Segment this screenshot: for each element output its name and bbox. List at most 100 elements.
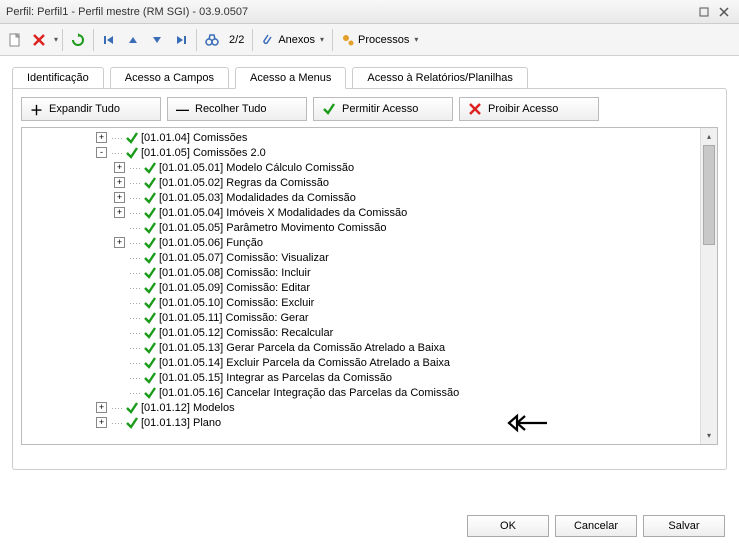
permit-access-label: Permitir Acesso: [342, 103, 418, 115]
expand-icon[interactable]: +: [114, 207, 125, 218]
scroll-up-icon[interactable]: ▴: [701, 128, 717, 145]
tab-label: Acesso à Relatórios/Planilhas: [367, 72, 513, 84]
last-button[interactable]: [170, 29, 192, 51]
permission-check-icon: [143, 206, 157, 220]
tree-item-label: [01.01.05.10] Comissão: Excluir: [159, 297, 314, 309]
tree-item[interactable]: + ···· [01.01.12] Modelos: [22, 400, 699, 415]
permission-check-icon: [143, 386, 157, 400]
tab-acesso-campos[interactable]: Acesso a Campos: [110, 67, 229, 89]
tree-item-label: [01.01.04] Comissões: [141, 132, 247, 144]
tab-label: Identificação: [27, 72, 89, 84]
menu-tree: +····[01.01.04] Comissões-····[01.01.05]…: [21, 127, 718, 445]
tab-identificacao[interactable]: Identificação: [12, 67, 104, 89]
expand-icon[interactable]: +: [114, 177, 125, 188]
tree-connector: ····: [111, 418, 123, 428]
tree-item[interactable]: -····[01.01.05] Comissões 2.0: [22, 145, 699, 160]
tree-item[interactable]: ····[01.01.05.13] Gerar Parcela da Comis…: [22, 340, 699, 355]
anexos-button[interactable]: Anexos ▾: [257, 29, 328, 51]
permission-check-icon: [125, 416, 139, 430]
tree-item[interactable]: +····[01.01.04] Comissões: [22, 130, 699, 145]
tree-leaf-spacer: [114, 312, 125, 323]
processos-button[interactable]: Processos ▾: [337, 29, 422, 51]
tree-item-label: [01.01.12] Modelos: [141, 402, 235, 414]
refresh-icon: [71, 33, 85, 47]
expand-icon[interactable]: +: [114, 162, 125, 173]
expand-icon[interactable]: +: [96, 402, 107, 413]
tab-acesso-relatorios[interactable]: Acesso à Relatórios/Planilhas: [352, 67, 528, 89]
tree-item[interactable]: +····[01.01.05.06] Função: [22, 235, 699, 250]
save-button[interactable]: Salvar: [643, 515, 725, 537]
deny-access-button[interactable]: Proibir Acesso: [459, 97, 599, 121]
tree-item[interactable]: ····[01.01.05.07] Comissão: Visualizar: [22, 250, 699, 265]
chevron-down-icon: ▾: [320, 35, 324, 44]
tree-connector: ····: [129, 193, 141, 203]
tree-item[interactable]: ····[01.01.05.15] Integrar as Parcelas d…: [22, 370, 699, 385]
tab-bar: Identificação Acesso a Campos Acesso a M…: [12, 66, 727, 88]
tree-connector: ····: [129, 343, 141, 353]
tree-item[interactable]: +····[01.01.05.03] Modalidades da Comiss…: [22, 190, 699, 205]
check-icon: [143, 176, 157, 190]
tree-item[interactable]: ····[01.01.05.08] Comissão: Incluir: [22, 265, 699, 280]
cancel-button[interactable]: Cancelar: [555, 515, 637, 537]
tree-connector: ····: [129, 208, 141, 218]
cancel-label: Cancelar: [574, 520, 618, 532]
check-icon: [143, 341, 157, 355]
scroll-thumb[interactable]: [703, 145, 715, 245]
delete-dropdown[interactable]: ▾: [54, 35, 58, 44]
tree-leaf-spacer: [114, 267, 125, 278]
gears-icon: [341, 33, 355, 47]
close-button[interactable]: [715, 5, 733, 19]
prev-button[interactable]: [122, 29, 144, 51]
check-icon: [125, 416, 139, 430]
permission-check-icon: [125, 146, 139, 160]
tree-item[interactable]: ····[01.01.05.10] Comissão: Excluir: [22, 295, 699, 310]
tree-item[interactable]: ···· [01.01.05.16] Cancelar Integração da…: [22, 385, 699, 400]
ok-button[interactable]: OK: [467, 515, 549, 537]
permission-check-icon: [143, 281, 157, 295]
tree-item-label: [01.01.05.15] Integrar as Parcelas da Co…: [159, 372, 392, 384]
next-button[interactable]: [146, 29, 168, 51]
tree-item[interactable]: ····[01.01.05.12] Comissão: Recalcular: [22, 325, 699, 340]
tree-connector: ····: [129, 163, 141, 173]
tree-connector: ····: [111, 403, 123, 413]
expand-icon[interactable]: +: [114, 237, 125, 248]
tree-leaf-spacer: [114, 297, 125, 308]
tree-item[interactable]: ····[01.01.05.09] Comissão: Editar: [22, 280, 699, 295]
minimize-button[interactable]: [695, 5, 713, 19]
tab-acesso-menus[interactable]: Acesso a Menus: [235, 67, 346, 89]
tree-scrollbar[interactable]: ▴ ▾: [700, 128, 717, 444]
expand-icon[interactable]: +: [96, 417, 107, 428]
expand-all-button[interactable]: ＋ Expandir Tudo: [21, 97, 161, 121]
scroll-down-icon[interactable]: ▾: [701, 427, 717, 444]
tree-connector: ····: [129, 358, 141, 368]
page-counter: 2/2: [229, 34, 244, 46]
tree-item[interactable]: +····[01.01.13] Plano: [22, 415, 699, 430]
expand-icon[interactable]: +: [114, 192, 125, 203]
check-icon: [143, 206, 157, 220]
deny-x-icon: [468, 102, 482, 116]
collapse-all-button[interactable]: — Recolher Tudo: [167, 97, 307, 121]
delete-button[interactable]: [28, 29, 50, 51]
tree-item[interactable]: ····[01.01.05.05] Parâmetro Movimento Co…: [22, 220, 699, 235]
expand-icon[interactable]: +: [96, 132, 107, 143]
refresh-button[interactable]: [67, 29, 89, 51]
tree-item[interactable]: ····[01.01.05.11] Comissão: Gerar: [22, 310, 699, 325]
tree-item-label: [01.01.05.16] Cancelar Integração das Pa…: [159, 387, 459, 399]
tree-item[interactable]: +····[01.01.05.02] Regras da Comissão: [22, 175, 699, 190]
check-icon: [143, 221, 157, 235]
permit-access-button[interactable]: Permitir Acesso: [313, 97, 453, 121]
first-button[interactable]: [98, 29, 120, 51]
permission-check-icon: [143, 296, 157, 310]
new-button[interactable]: [4, 29, 26, 51]
tree-item[interactable]: ····[01.01.05.14] Excluir Parcela da Com…: [22, 355, 699, 370]
tree-leaf-spacer: [114, 342, 125, 353]
search-button[interactable]: [201, 29, 223, 51]
check-icon: [143, 236, 157, 250]
collapse-icon[interactable]: -: [96, 147, 107, 158]
tree-connector: ····: [129, 388, 141, 398]
permission-check-icon: [143, 221, 157, 235]
tree-item-label: [01.01.05.01] Modelo Cálculo Comissão: [159, 162, 354, 174]
tree-item[interactable]: + ···· [01.01.05.01] Modelo Cálculo Comiss…: [22, 160, 699, 175]
tree-item[interactable]: +····[01.01.05.04] Imóveis X Modalidades…: [22, 205, 699, 220]
tree-connector: ····: [129, 253, 141, 263]
